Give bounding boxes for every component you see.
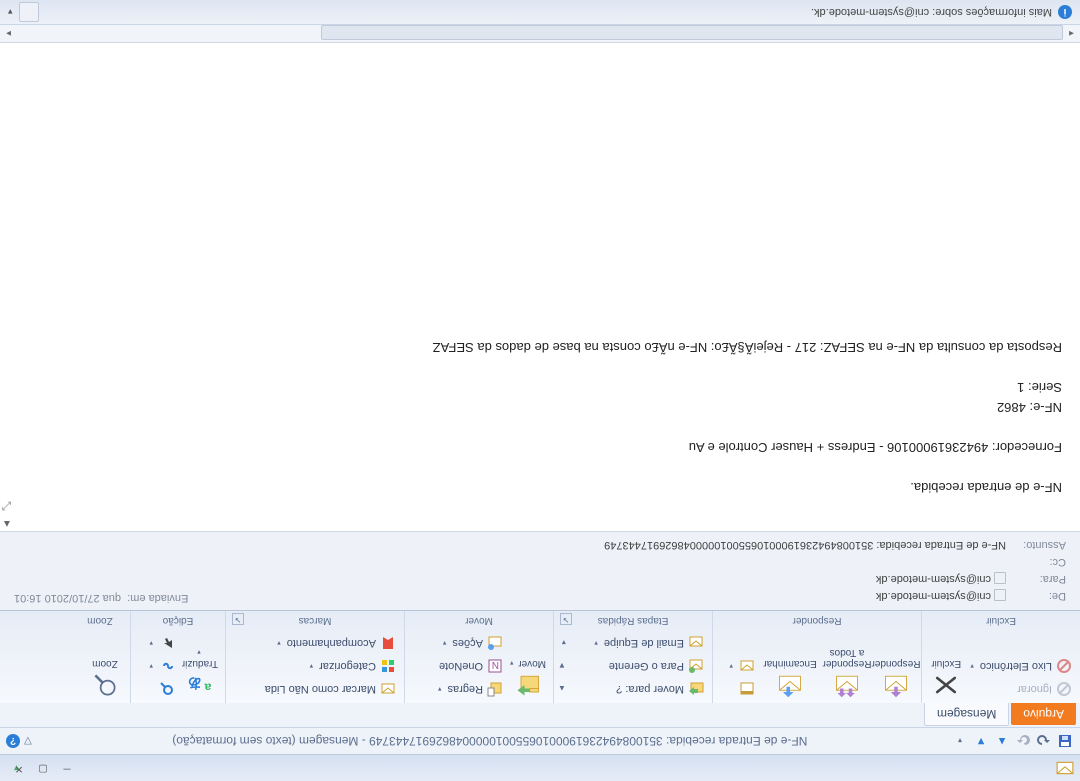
svg-text:a: a [204,680,211,694]
onenote-button[interactable]: NOneNote [434,655,507,677]
expand-icon[interactable]: ⤢ [2,498,12,513]
scroll-thumb[interactable] [321,25,1063,40]
translate-button[interactable]: aあ Traduzir ▾ [179,646,221,701]
from-value[interactable]: cni@system-metode.dk [876,587,1006,604]
categorize-button[interactable]: Categorizar▾ [240,655,400,677]
system-menu-icon[interactable] [1056,759,1074,777]
avatar[interactable] [19,2,39,22]
undo-icon[interactable] [1035,732,1053,750]
zoom-button[interactable]: Zoom [84,658,126,701]
tab-message[interactable]: Mensagem [924,703,1009,726]
dialog-launcher-icon[interactable]: ↘ [560,613,572,625]
message-header: Enviada em: qua 27/10/2010 16:01 De:cni@… [0,531,1080,610]
scroll-up-icon[interactable]: ▲ [558,678,566,700]
chevron-down-icon: ▾ [970,662,974,670]
forward-button[interactable]: Encaminhar [761,658,819,701]
subject-label: Assunto: [1006,536,1066,553]
ignore-button[interactable]: Ignorar [966,678,1076,700]
body-line: Serie: 1 [1017,380,1062,395]
delete-button[interactable]: Excluir [926,658,966,701]
body-line: Fornecedor: 49423619000106 - Endress + H… [689,440,1062,455]
sent-date: Enviada em: qua 27/10/2010 16:01 [14,592,188,604]
subject-value: NF-e de Entrada recebida: 35100849423619… [604,536,1006,553]
svg-text:N: N [492,659,499,670]
status-text[interactable]: Mais informações sobre: cni@system-metod… [811,6,1052,18]
body-line: NF-e: 4862 [997,400,1062,415]
status-bar: i Mais informações sobre: cni@system-met… [0,0,1080,25]
prev-item-icon[interactable]: ▲ [993,732,1011,750]
quickstep-team[interactable]: Email de Equipe▾ [578,632,708,654]
save-icon[interactable] [1056,732,1074,750]
window-controls: ─ ▢ ✕ [8,761,78,777]
redo-icon[interactable] [1014,732,1032,750]
actions-button[interactable]: Ações▾ [434,632,507,654]
scroll-up-icon[interactable]: ▲ [2,518,12,529]
close-button[interactable]: ✕ [8,761,30,777]
body-line: NF-e de entrada recebida. [910,480,1062,495]
info-icon: i [1058,5,1072,19]
horizontal-scrollbar[interactable]: ◄ ► [0,25,1080,43]
group-excluir: Ignorar Lixo Eletrônico▾ Excluir Excluir [921,611,1080,703]
from-label: De: [1006,587,1066,604]
message-body[interactable]: ▲ ⤢ NF-e de entrada recebida. Fornecedor… [0,43,1080,531]
group-mover: Mover ▾ Regras▾ NOneNote Ações▾ Mover [404,611,553,703]
scroll-left-icon[interactable]: ◄ [1063,25,1080,42]
meeting-button[interactable] [725,678,759,700]
followup-button[interactable]: Acompanhamento▾ [240,632,400,654]
mark-unread-button[interactable]: Marcar como Não Lida [240,678,400,700]
find-button[interactable] [145,678,179,700]
quickstep-manager[interactable]: Para o Gerente [578,655,708,677]
more-respond-button[interactable]: ▾ [725,655,759,677]
group-responder: Responder Responder a Todos Encaminhar ▾… [712,611,921,703]
svg-text:あ: あ [188,675,202,691]
rules-button[interactable]: Regras▾ [434,678,507,700]
cc-label: Cc: [1006,553,1066,570]
to-value[interactable]: cni@system-metode.dk [876,570,1006,587]
junk-button[interactable]: Lixo Eletrônico▾ [966,655,1076,677]
group-marcas: Marcar como Não Lida Categorizar▾ Acompa… [225,611,404,703]
help-icon[interactable]: ? [6,734,20,748]
ribbon: Ignorar Lixo Eletrônico▾ Excluir Excluir… [0,610,1080,703]
ribbon-tabs: Arquivo Mensagem [0,703,1080,727]
expand-gallery-icon[interactable]: ▾ [558,632,566,654]
scroll-down-icon[interactable]: ▼ [558,655,566,677]
select-button[interactable]: ▾ [145,632,179,654]
chevron-down-icon[interactable]: ▾ [8,7,13,18]
scroll-right-icon[interactable]: ► [0,25,17,42]
reply-all-button[interactable]: Responder a Todos [819,647,875,701]
group-zoom: Zoom Zoom [70,611,130,703]
minimize-ribbon-icon[interactable]: ▽ [24,736,32,747]
dialog-launcher-icon[interactable]: ↘ [232,613,244,625]
tab-file[interactable]: Arquivo [1011,703,1076,725]
titlebar: ▾ [0,754,1080,781]
next-item-icon[interactable]: ▼ [972,732,990,750]
quickstep-move[interactable]: Mover para: ? [578,678,708,700]
to-label: Para: [1006,570,1066,587]
quick-access-toolbar: ▲ ▼ ▾ NF-e de Entrada recebida: 35100849… [0,727,1080,754]
group-etapas: Mover para: ? Para o Gerente Email de Eq… [553,611,712,703]
move-button[interactable]: Mover ▾ [507,657,549,701]
group-edicao: aあ Traduzir ▾ ▾ ▾ Edição [130,611,225,703]
window-title: NF-e de Entrada recebida: 35100849423619… [32,734,948,748]
minimize-button[interactable]: ─ [56,761,78,777]
maximize-button[interactable]: ▢ [32,761,54,777]
body-line: Resposta da consulta da NF-e na SEFAZ: 2… [433,340,1062,355]
qat-dropdown-icon[interactable]: ▾ [951,732,969,750]
related-button[interactable]: ▾ [145,655,179,677]
reply-button[interactable]: Responder [875,658,917,701]
